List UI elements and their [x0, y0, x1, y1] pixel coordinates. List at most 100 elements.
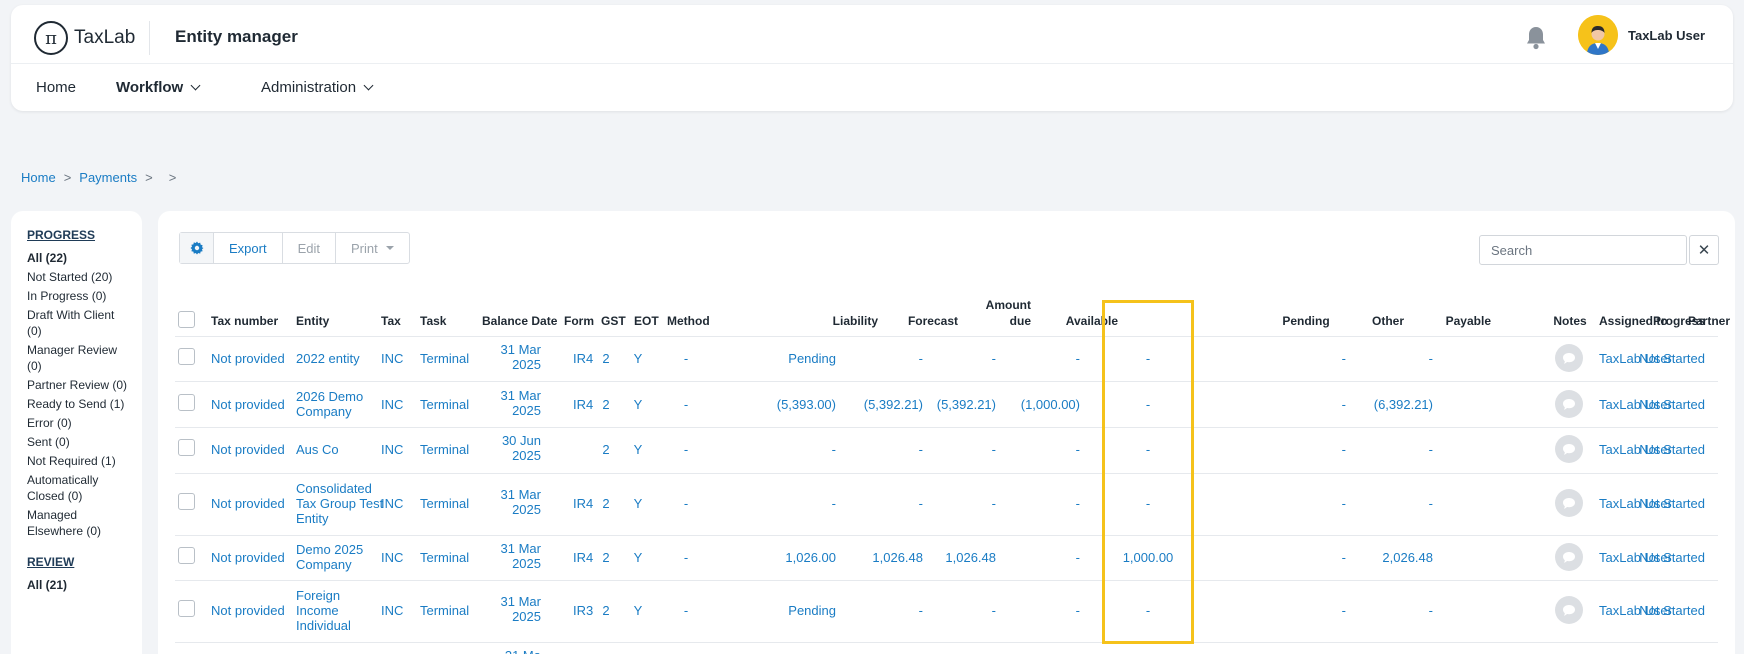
filter-not-required[interactable]: Not Required (1) — [27, 453, 128, 469]
cell-gst[interactable]: 2 — [598, 397, 614, 412]
col-amount-due-line1[interactable]: Amount — [958, 298, 1031, 313]
row-checkbox[interactable] — [178, 439, 195, 456]
review-heading[interactable]: REVIEW — [27, 555, 128, 569]
chat-bubble-icon[interactable] — [1555, 489, 1583, 517]
col-other[interactable]: Other — [1304, 314, 1404, 329]
cell-other[interactable]: - — [1246, 496, 1346, 511]
cell-pending[interactable]: - — [1104, 603, 1192, 618]
cell-pending[interactable]: 1,000.00 — [1104, 550, 1192, 565]
brand-logo[interactable]: π TaxLab — [34, 19, 135, 57]
cell-gst[interactable]: 2 — [598, 603, 614, 618]
col-balance-date[interactable]: Balance Date — [482, 314, 557, 329]
filter-managed-elsewhere[interactable]: Managed Elsewhere (0) — [27, 507, 128, 539]
cell-other[interactable]: - — [1246, 442, 1346, 457]
row-checkbox[interactable] — [178, 348, 195, 365]
print-button[interactable]: Print — [336, 233, 409, 263]
cell-tax-number[interactable]: Not provided — [211, 397, 285, 412]
col-partner[interactable]: Partner — [1688, 314, 1730, 329]
cell-entity[interactable]: 2026 Demo Company — [296, 389, 386, 419]
cell-payable[interactable]: - — [1333, 603, 1433, 618]
col-available[interactable]: Available — [1018, 314, 1118, 329]
nav-administration[interactable]: Administration — [261, 79, 374, 96]
row-checkbox[interactable] — [178, 394, 195, 411]
filter-progress-all[interactable]: All (22) — [27, 250, 128, 266]
cell-eot[interactable]: Y — [630, 442, 646, 457]
cell-bd[interactable]: 30 Jun 2025 — [458, 433, 541, 463]
cell-payable[interactable]: - — [1333, 496, 1433, 511]
filter-partner-review[interactable]: Partner Review (0) — [27, 377, 128, 393]
cell-entity[interactable]: Aus Co — [296, 442, 386, 457]
cell-method[interactable]: - — [678, 442, 694, 457]
user-name[interactable]: TaxLab User — [1628, 28, 1705, 43]
col-payable[interactable]: Payable — [1391, 314, 1491, 329]
progress-heading[interactable]: PROGRESS — [27, 228, 128, 242]
cell-bd[interactable]: 31 Mar 2025 — [458, 594, 541, 624]
cell-tax-number[interactable]: Not provided — [211, 603, 285, 618]
cell-pending[interactable]: - — [1104, 442, 1192, 457]
col-eot[interactable]: EOT — [634, 314, 659, 329]
col-form[interactable]: Form — [564, 314, 594, 329]
cell-form[interactable]: IR4 — [573, 351, 593, 366]
col-method[interactable]: Method — [667, 314, 710, 329]
filter-manager-review[interactable]: Manager Review (0) — [27, 342, 128, 374]
cell-bd[interactable]: 31 Mar 2025 — [458, 541, 541, 571]
col-forecast[interactable]: Forecast — [858, 314, 958, 329]
row-checkbox[interactable] — [178, 600, 195, 617]
cell-tax-number[interactable]: Not provided — [211, 351, 285, 366]
breadcrumb-payments[interactable]: Payments — [79, 170, 137, 185]
export-button[interactable]: Export — [214, 233, 283, 263]
cell-other[interactable]: - — [1246, 351, 1346, 366]
col-entity[interactable]: Entity — [296, 314, 329, 329]
cell-method[interactable]: - — [678, 603, 694, 618]
cell-payable[interactable]: 2,026.48 — [1333, 550, 1433, 565]
col-assigned-to[interactable]: Assigned to — [1599, 314, 1668, 329]
filter-automatically-closed[interactable]: Automatically Closed (0) — [27, 472, 128, 504]
cell-eot[interactable]: Y — [630, 603, 646, 618]
filter-ready-to-send[interactable]: Ready to Send (1) — [27, 396, 128, 412]
cell-payable[interactable]: - — [1333, 442, 1433, 457]
cell-assigned-to[interactable]: TaxLab User — [1599, 397, 1672, 412]
cell-available[interactable]: - — [980, 603, 1080, 618]
chat-bubble-icon[interactable] — [1555, 390, 1583, 418]
cell-entity[interactable]: 2022 entity — [296, 351, 386, 366]
cell-other[interactable]: - — [1246, 550, 1346, 565]
bell-icon[interactable] — [1524, 25, 1548, 51]
cell-method[interactable]: - — [678, 351, 694, 366]
cell-liability[interactable]: 1,026.00 — [736, 550, 836, 565]
filter-sent[interactable]: Sent (0) — [27, 434, 128, 450]
cell-tax[interactable]: INC — [381, 351, 403, 366]
col-tax-number[interactable]: Tax number — [211, 314, 278, 329]
cell-form[interactable]: IR4 — [573, 496, 593, 511]
user-avatar[interactable] — [1578, 15, 1618, 55]
cell-form[interactable]: IR4 — [573, 550, 593, 565]
cell-eot[interactable]: Y — [630, 550, 646, 565]
cell-tax[interactable]: INC — [381, 550, 403, 565]
cell-available[interactable]: - — [980, 550, 1080, 565]
cell-assigned-to[interactable]: TaxLab User — [1599, 603, 1672, 618]
cell-gst[interactable]: 2 — [598, 496, 614, 511]
cell-gst[interactable]: 2 — [598, 550, 614, 565]
cell-liability[interactable]: Pending — [736, 603, 836, 618]
cell-gst[interactable]: 2 — [598, 442, 614, 457]
cell-pending[interactable]: - — [1104, 351, 1192, 366]
cell-liability[interactable]: - — [736, 442, 836, 457]
cell-available[interactable]: - — [980, 442, 1080, 457]
cell-bd[interactable]: 31 Mar 2025 — [458, 342, 541, 372]
cell-other[interactable]: - — [1246, 397, 1346, 412]
filter-error[interactable]: Error (0) — [27, 415, 128, 431]
chat-bubble-icon[interactable] — [1555, 344, 1583, 372]
cell-available[interactable]: (1,000.00) — [980, 397, 1080, 412]
cell-pending[interactable]: - — [1104, 496, 1192, 511]
clear-search-button[interactable]: ✕ — [1689, 235, 1719, 265]
chat-bubble-icon[interactable] — [1555, 435, 1583, 463]
chat-bubble-icon[interactable] — [1555, 596, 1583, 624]
cell-assigned-to[interactable]: TaxLab User — [1599, 550, 1672, 565]
cell-available[interactable]: - — [980, 351, 1080, 366]
col-task[interactable]: Task — [420, 314, 446, 329]
cell-tax-number[interactable]: Not provided — [211, 496, 285, 511]
filter-draft-with-client[interactable]: Draft With Client (0) — [27, 307, 128, 339]
cell-eot[interactable]: Y — [630, 496, 646, 511]
cell-tax[interactable]: INC — [381, 397, 403, 412]
nav-workflow[interactable]: Workflow — [116, 79, 201, 96]
cell-entity[interactable]: Foreign Income Individual — [296, 588, 386, 633]
